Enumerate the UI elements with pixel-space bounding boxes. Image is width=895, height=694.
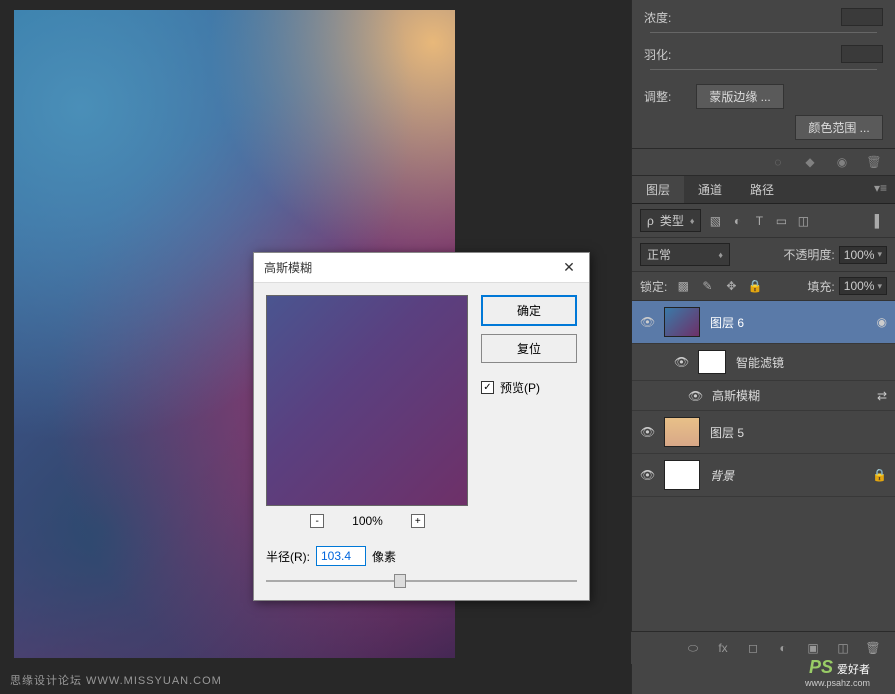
lock-label: 锁定: — [640, 278, 667, 295]
lock-position-icon[interactable]: ✥ — [723, 278, 739, 294]
layer-filter-toolbar: ρ 类型 ♦ ▧ ◐ T ▭ ◫ ▌ — [632, 204, 895, 238]
layer-name: 背景 — [710, 467, 862, 484]
zoom-in-button[interactable]: + — [411, 514, 425, 528]
layer-5[interactable]: 👁 图层 5 — [632, 411, 895, 454]
fill-value[interactable]: 100%▾ — [839, 277, 887, 295]
delete-mask-icon[interactable]: 🗑 — [867, 155, 881, 169]
filter-text-icon[interactable]: T — [751, 213, 767, 229]
layer-thumbnail[interactable] — [664, 417, 700, 447]
lock-all-icon[interactable]: 🔒 — [747, 278, 763, 294]
smart-filters-label: 智能滤镜 — [736, 354, 887, 371]
panel-tabs: 图层 通道 路径 ▾≡ — [632, 176, 895, 204]
filter-pixel-icon[interactable]: ▧ — [707, 213, 723, 229]
watermark-right: PS爱好者 www.psahz.com — [805, 657, 870, 688]
opacity-value[interactable]: 100%▾ — [839, 246, 887, 264]
layer-thumbnail[interactable] — [664, 460, 700, 490]
add-mask-icon[interactable]: ◻ — [745, 640, 761, 656]
zoom-level: 100% — [352, 514, 383, 528]
zoom-out-button[interactable]: - — [310, 514, 324, 528]
blend-mode-select[interactable]: 正常♦ — [640, 243, 730, 266]
visibility-icon[interactable]: 👁 — [688, 389, 702, 403]
gaussian-blur-dialog: 高斯模糊 ✕ - 100% + 确定 复位 ✓ 预览(P) 半径(R): 像素 — [253, 252, 590, 601]
filter-name: 高斯模糊 — [712, 387, 867, 404]
blur-preview[interactable] — [266, 295, 468, 506]
opacity-label: 不透明度: — [783, 246, 834, 263]
radius-slider[interactable] — [266, 574, 577, 588]
apply-mask-icon[interactable]: ◆ — [803, 155, 817, 169]
visibility-icon[interactable]: 👁 — [674, 355, 688, 369]
feather-slider[interactable] — [650, 69, 877, 70]
lock-pixels-icon[interactable]: ✎ — [699, 278, 715, 294]
filter-adjust-icon[interactable]: ◐ — [729, 213, 745, 229]
mask-from-selection-icon[interactable]: ◌ — [771, 155, 785, 169]
new-group-icon[interactable]: ▣ — [805, 640, 821, 656]
density-label: 浓度: — [644, 9, 686, 26]
visibility-icon[interactable]: 👁 — [640, 425, 654, 439]
mask-icon-strip: ◌ ◆ ◉ 🗑 — [632, 148, 895, 176]
density-value[interactable] — [841, 8, 883, 26]
color-range-button[interactable]: 颜色范围 ... — [795, 115, 883, 140]
disable-mask-icon[interactable]: ◉ — [835, 155, 849, 169]
panel-menu-icon[interactable]: ▾≡ — [866, 176, 895, 203]
filter-smart-icon[interactable]: ◫ — [795, 213, 811, 229]
feather-value[interactable] — [841, 45, 883, 63]
adjust-label: 调整: — [644, 88, 686, 105]
density-slider[interactable] — [650, 32, 877, 33]
new-adjustment-icon[interactable]: ◐ — [775, 640, 791, 656]
radius-unit: 像素 — [372, 548, 396, 565]
smart-filters-group[interactable]: 👁 智能滤镜 — [632, 344, 895, 381]
radius-slider-thumb[interactable] — [394, 574, 406, 588]
lock-transparent-icon[interactable]: ▩ — [675, 278, 691, 294]
layer-name: 图层 6 — [710, 314, 867, 331]
link-layers-icon[interactable]: ⬭ — [685, 640, 701, 656]
layers-list: 👁 图层 6 ◉ 👁 智能滤镜 👁 高斯模糊 ⇄ 👁 图层 5 👁 背景 🔒 — [632, 301, 895, 497]
feather-label: 羽化: — [644, 46, 686, 63]
radius-label: 半径(R): — [266, 548, 310, 565]
blend-toolbar: 正常♦ 不透明度: 100%▾ — [632, 238, 895, 272]
layer-6[interactable]: 👁 图层 6 ◉ — [632, 301, 895, 344]
visibility-icon[interactable]: 👁 — [640, 315, 654, 329]
smart-object-icon: ◉ — [877, 315, 887, 329]
layer-thumbnail[interactable] — [664, 307, 700, 337]
preview-checkbox[interactable]: ✓ — [481, 381, 494, 394]
filter-type-select[interactable]: ρ 类型 ♦ — [640, 209, 701, 232]
lock-toolbar: 锁定: ▩ ✎ ✥ 🔒 填充: 100%▾ — [632, 272, 895, 301]
mask-properties: 浓度: 羽化: 调整: 蒙版边缘 ... 颜色范围 ... — [632, 0, 895, 148]
watermark-left: 思缘设计论坛 WWW.MISSYUAN.COM — [10, 672, 222, 688]
new-layer-icon[interactable]: ◫ — [835, 640, 851, 656]
tab-paths[interactable]: 路径 — [736, 176, 788, 203]
tab-layers[interactable]: 图层 — [632, 176, 684, 203]
right-panel: 浓度: 羽化: 调整: 蒙版边缘 ... 颜色范围 ... ◌ ◆ ◉ 🗑 图层… — [631, 0, 895, 694]
layer-name: 图层 5 — [710, 424, 887, 441]
filter-toggle-icon[interactable]: ▌ — [871, 213, 887, 229]
mask-edge-button[interactable]: 蒙版边缘 ... — [696, 84, 784, 109]
close-icon[interactable]: ✕ — [559, 259, 579, 276]
filter-mask-thumbnail[interactable] — [698, 350, 726, 374]
delete-layer-icon[interactable]: 🗑 — [865, 640, 881, 656]
dialog-titlebar[interactable]: 高斯模糊 ✕ — [254, 253, 589, 283]
layer-fx-icon[interactable]: fx — [715, 640, 731, 656]
fill-label: 填充: — [807, 278, 834, 295]
visibility-icon[interactable]: 👁 — [640, 468, 654, 482]
filter-options-icon[interactable]: ⇄ — [877, 389, 887, 403]
filter-shape-icon[interactable]: ▭ — [773, 213, 789, 229]
lock-icon: 🔒 — [872, 468, 887, 482]
radius-input[interactable] — [316, 546, 366, 566]
filter-gaussian-blur[interactable]: 👁 高斯模糊 ⇄ — [632, 381, 895, 411]
ok-button[interactable]: 确定 — [481, 295, 577, 326]
dialog-title: 高斯模糊 — [264, 259, 312, 276]
tab-channels[interactable]: 通道 — [684, 176, 736, 203]
preview-label: 预览(P) — [500, 379, 540, 396]
reset-button[interactable]: 复位 — [481, 334, 577, 363]
layer-background[interactable]: 👁 背景 🔒 — [632, 454, 895, 497]
